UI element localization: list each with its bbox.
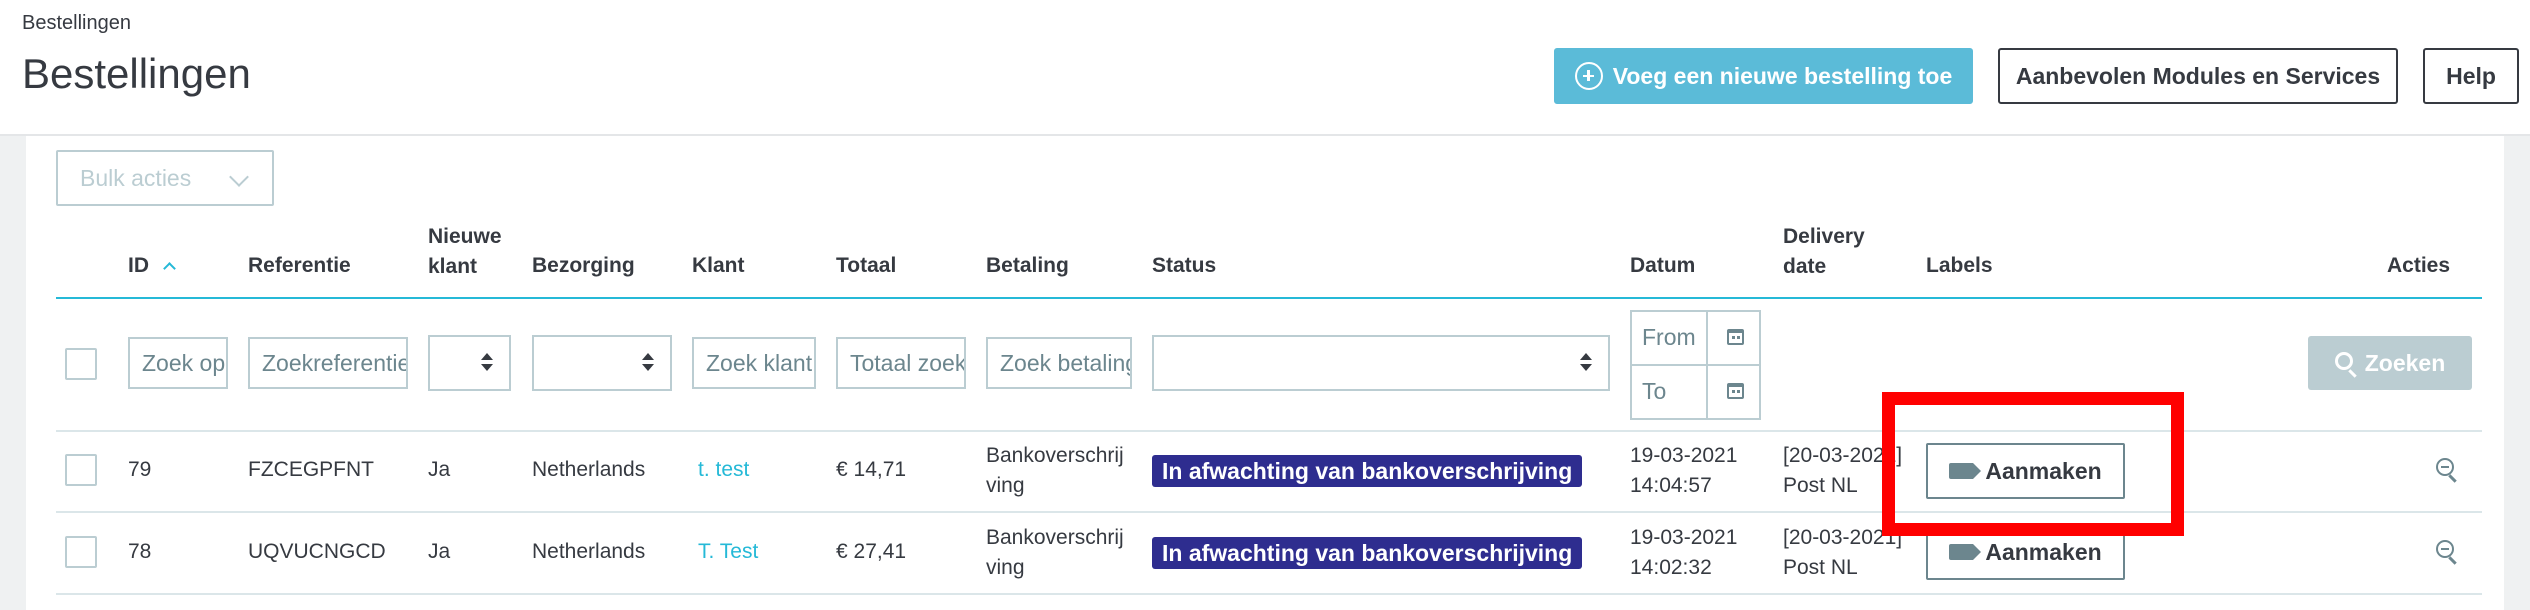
column-header-betaling[interactable]: Betaling bbox=[986, 251, 1069, 281]
column-header-nieuwe-klant[interactable]: Nieuwe klant bbox=[428, 222, 502, 282]
cell-bezorging: Netherlands bbox=[532, 458, 646, 481]
column-header-acties: Acties bbox=[2387, 254, 2451, 277]
select-arrows-icon bbox=[481, 353, 493, 373]
cell-betaling: Bankoverschrij ving bbox=[986, 526, 1124, 579]
recommended-modules-button[interactable]: Aanbevolen Modules en Services bbox=[1998, 48, 2398, 104]
status-badge: In afwachting van bankoverschrijving bbox=[1152, 537, 1583, 569]
add-order-button[interactable]: Voeg een nieuwe bestelling toe bbox=[1554, 48, 1973, 104]
search-button[interactable]: Zoeken bbox=[2308, 336, 2472, 390]
column-header-klant[interactable]: Klant bbox=[692, 251, 745, 281]
cell-id: 78 bbox=[128, 540, 152, 563]
highlight-annotation bbox=[1882, 392, 2184, 536]
cell-betaling: Bankoverschrij ving bbox=[986, 444, 1124, 497]
column-header-totaal[interactable]: Totaal bbox=[836, 251, 896, 281]
cell-id: 79 bbox=[128, 458, 152, 481]
cell-nieuwe-klant: Ja bbox=[428, 458, 451, 481]
filter-betaling-input[interactable]: Zoek betaling bbox=[986, 337, 1132, 389]
cell-datum: 19-03-2021 14:04:57 bbox=[1630, 444, 1738, 497]
filter-referentie-input[interactable]: Zoekreferentie bbox=[248, 337, 408, 389]
filter-nieuwe-klant-select[interactable] bbox=[428, 335, 511, 391]
row-checkbox[interactable] bbox=[65, 536, 97, 568]
add-order-label: Voeg een nieuwe bestelling toe bbox=[1612, 62, 1953, 89]
cell-bezorging: Netherlands bbox=[532, 540, 646, 563]
bulk-actions-dropdown[interactable]: Bulk acties bbox=[56, 150, 274, 206]
filter-status-select[interactable] bbox=[1152, 335, 1610, 391]
cell-nieuwe-klant: Ja bbox=[428, 540, 451, 563]
tag-icon bbox=[1949, 544, 1982, 560]
column-header-delivery-date[interactable]: Delivery date bbox=[1783, 222, 1865, 282]
cell-datum: 19-03-2021 14:02:32 bbox=[1630, 526, 1738, 579]
row-checkbox[interactable] bbox=[65, 454, 97, 486]
calendar-icon[interactable] bbox=[1727, 329, 1744, 345]
cell-referentie: UQVUCNGCD bbox=[248, 540, 386, 563]
column-header-id[interactable]: ID bbox=[128, 251, 176, 281]
sort-ascending-icon[interactable] bbox=[163, 262, 176, 275]
filter-id-input[interactable]: Zoek op ID bbox=[128, 337, 228, 389]
cell-totaal: € 14,71 bbox=[836, 458, 907, 481]
cell-referentie: FZCEGPFNT bbox=[248, 458, 374, 481]
page-header: Bestellingen Bestellingen Voeg een nieuw… bbox=[0, 0, 2530, 136]
search-icon bbox=[2334, 352, 2353, 370]
column-header-datum[interactable]: Datum bbox=[1630, 251, 1695, 281]
customer-link[interactable]: T. Test bbox=[698, 537, 758, 567]
zoom-view-icon[interactable] bbox=[2436, 540, 2454, 558]
select-all-checkbox[interactable] bbox=[65, 348, 97, 380]
breadcrumb[interactable]: Bestellingen bbox=[22, 12, 131, 35]
column-header-bezorging[interactable]: Bezorging bbox=[532, 251, 635, 281]
select-arrows-icon bbox=[642, 353, 654, 373]
calendar-icon[interactable] bbox=[1727, 383, 1744, 399]
search-button-label: Zoeken bbox=[2364, 349, 2446, 376]
column-header-labels: Labels bbox=[1926, 254, 1993, 277]
chevron-down-icon bbox=[229, 167, 249, 187]
filter-date-from[interactable]: From bbox=[1630, 310, 1761, 366]
filter-klant-input[interactable]: Zoek klant bbox=[692, 337, 816, 389]
status-badge: In afwachting van bankoverschrijving bbox=[1152, 455, 1583, 487]
help-button[interactable]: Help bbox=[2423, 48, 2519, 104]
date-from-placeholder: From bbox=[1642, 324, 1696, 350]
select-arrows-icon bbox=[1580, 353, 1592, 373]
date-to-placeholder: To bbox=[1642, 378, 1667, 404]
cell-totaal: € 27,41 bbox=[836, 540, 907, 563]
zoom-view-icon[interactable] bbox=[2436, 458, 2454, 476]
filter-totaal-input[interactable]: Totaal zoeken bbox=[836, 337, 966, 389]
filter-bezorging-select[interactable] bbox=[532, 335, 672, 391]
row-divider bbox=[56, 593, 2482, 595]
customer-link[interactable]: t. test bbox=[698, 455, 749, 485]
page-title: Bestellingen bbox=[22, 50, 251, 97]
header-divider bbox=[56, 297, 2482, 299]
plus-circle-icon bbox=[1574, 62, 1603, 90]
bulk-actions-label: Bulk acties bbox=[80, 164, 192, 191]
column-header-referentie[interactable]: Referentie bbox=[248, 251, 351, 281]
filter-date-to[interactable]: To bbox=[1630, 364, 1761, 420]
column-header-status[interactable]: Status bbox=[1152, 251, 1216, 281]
